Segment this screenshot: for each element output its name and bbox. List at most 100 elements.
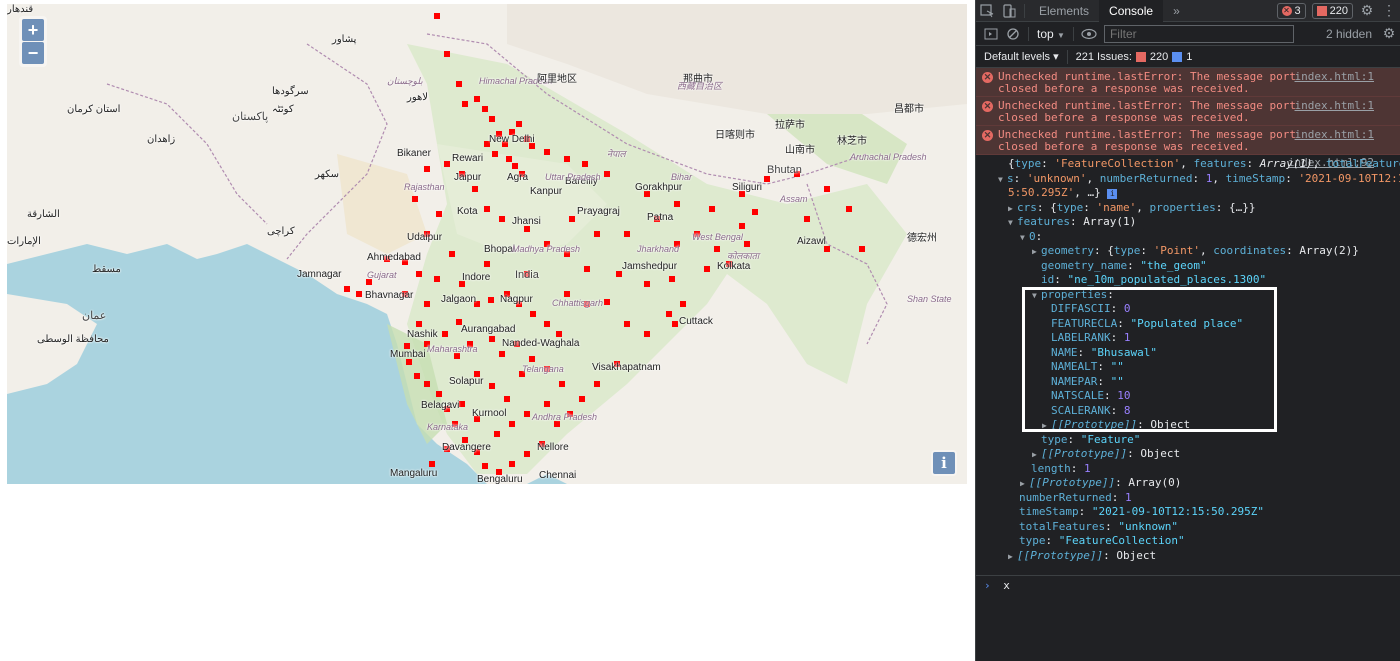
object-preview-line[interactable]: {type: 'FeatureCollection', features: Ar… — [976, 157, 1400, 172]
populated-place-marker[interactable] — [509, 461, 515, 467]
populated-place-marker[interactable] — [436, 391, 442, 397]
gear-icon[interactable]: ⚙ — [1356, 0, 1378, 22]
populated-place-marker[interactable] — [434, 13, 440, 19]
populated-place-marker[interactable] — [482, 463, 488, 469]
populated-place-marker[interactable] — [474, 96, 480, 102]
populated-place-marker[interactable] — [416, 271, 422, 277]
tree-geometry[interactable]: ▶ geometry: {type: 'Point', coordinates: … — [976, 244, 1400, 259]
populated-place-marker[interactable] — [429, 461, 435, 467]
populated-place-marker[interactable] — [582, 161, 588, 167]
expand-triangle-icon[interactable]: ▼ — [998, 173, 1007, 188]
populated-place-marker[interactable] — [509, 421, 515, 427]
populated-place-marker[interactable] — [594, 231, 600, 237]
populated-place-marker[interactable] — [859, 246, 865, 252]
populated-place-marker[interactable] — [709, 206, 715, 212]
tab-elements[interactable]: Elements — [1029, 0, 1099, 22]
object-preview-line-2[interactable]: ▼ s: 'unknown', numberReturned: 1, timeSt… — [976, 172, 1400, 187]
populated-place-marker[interactable] — [556, 331, 562, 337]
tab-console[interactable]: Console — [1099, 0, 1164, 22]
populated-place-marker[interactable] — [524, 451, 530, 457]
populated-place-marker[interactable] — [484, 206, 490, 212]
clear-console-icon[interactable] — [1002, 23, 1024, 45]
populated-place-marker[interactable] — [564, 156, 570, 162]
populated-place-marker[interactable] — [488, 297, 494, 303]
populated-place-marker[interactable] — [499, 216, 505, 222]
source-link[interactable]: index.html:1 — [1295, 71, 1374, 83]
tree-prototype-props[interactable]: ▶ [[Prototype]]: Object — [976, 418, 1400, 433]
populated-place-marker[interactable] — [714, 246, 720, 252]
populated-place-marker[interactable] — [569, 216, 575, 222]
context-selector[interactable]: top ▼ — [1033, 27, 1069, 41]
populated-place-marker[interactable] — [424, 166, 430, 172]
populated-place-marker[interactable] — [744, 241, 750, 247]
zoom-out-button[interactable]: − — [22, 42, 44, 64]
sidebar-toggle-icon[interactable] — [980, 23, 1002, 45]
populated-place-marker[interactable] — [424, 381, 430, 387]
populated-place-marker[interactable] — [604, 299, 610, 305]
populated-place-marker[interactable] — [529, 356, 535, 362]
populated-place-marker[interactable] — [594, 381, 600, 387]
more-tabs-button[interactable]: » — [1163, 0, 1190, 22]
populated-place-marker[interactable] — [584, 266, 590, 272]
populated-place-marker[interactable] — [564, 291, 570, 297]
populated-place-marker[interactable] — [672, 321, 678, 327]
populated-place-marker[interactable] — [544, 321, 550, 327]
populated-place-marker[interactable] — [644, 331, 650, 337]
populated-place-marker[interactable] — [516, 121, 522, 127]
populated-place-marker[interactable] — [669, 276, 675, 282]
populated-place-marker[interactable] — [442, 331, 448, 337]
populated-place-marker[interactable] — [416, 321, 422, 327]
populated-place-marker[interactable] — [356, 291, 362, 297]
populated-place-marker[interactable] — [804, 216, 810, 222]
populated-place-marker[interactable] — [414, 373, 420, 379]
issues-button[interactable]: 221 Issues: 220 1 — [1076, 51, 1193, 63]
populated-place-marker[interactable] — [824, 186, 830, 192]
tree-feature-0[interactable]: ▼ 0: — [976, 230, 1400, 245]
populated-place-marker[interactable] — [559, 381, 565, 387]
tree-features[interactable]: ▼ features: Array(1) — [976, 215, 1400, 230]
zoom-in-button[interactable]: + — [22, 19, 44, 41]
populated-place-marker[interactable] — [449, 251, 455, 257]
source-link[interactable]: index.html:1 — [1295, 129, 1374, 141]
populated-place-marker[interactable] — [412, 196, 418, 202]
console-prompt[interactable]: › x — [976, 575, 1400, 597]
default-levels-dropdown[interactable]: Default levels ▾ — [984, 50, 1059, 63]
populated-place-marker[interactable] — [482, 106, 488, 112]
populated-place-marker[interactable] — [674, 201, 680, 207]
tree-properties[interactable]: ▼ properties: — [976, 288, 1400, 303]
attribution-button[interactable]: i — [933, 452, 955, 474]
populated-place-marker[interactable] — [512, 163, 518, 169]
populated-place-marker[interactable] — [506, 156, 512, 162]
populated-place-marker[interactable] — [666, 311, 672, 317]
populated-place-marker[interactable] — [644, 281, 650, 287]
populated-place-marker[interactable] — [489, 336, 495, 342]
error-count-badge[interactable]: ✕ 3 — [1276, 2, 1306, 19]
populated-place-marker[interactable] — [624, 231, 630, 237]
tree-prototype-object[interactable]: ▶ [[Prototype]]: Object — [976, 549, 1400, 564]
populated-place-marker[interactable] — [846, 206, 852, 212]
populated-place-marker[interactable] — [680, 301, 686, 307]
kebab-menu-icon[interactable]: ⋮ — [1378, 0, 1400, 22]
populated-place-marker[interactable] — [704, 266, 710, 272]
source-link[interactable]: index.html:1 — [1295, 100, 1374, 112]
populated-place-marker[interactable] — [530, 311, 536, 317]
populated-place-marker[interactable] — [739, 223, 745, 229]
tree-prototype-feature[interactable]: ▶ [[Prototype]]: Object — [976, 447, 1400, 462]
tree-crs[interactable]: ▶ crs: {type: 'name', properties: {…}} — [976, 201, 1400, 216]
populated-place-marker[interactable] — [459, 401, 465, 407]
map-view[interactable]: Bikaner Rewari Jaipur Agra Kanpur Bareilly Gor… — [7, 4, 967, 484]
populated-place-marker[interactable] — [456, 81, 462, 87]
console-settings-icon[interactable]: ⚙ — [1378, 23, 1400, 45]
populated-place-marker[interactable] — [544, 149, 550, 155]
filter-input[interactable] — [1103, 24, 1294, 43]
eye-icon[interactable] — [1078, 23, 1100, 45]
populated-place-marker[interactable] — [484, 261, 490, 267]
populated-place-marker[interactable] — [544, 401, 550, 407]
populated-place-marker[interactable] — [489, 116, 495, 122]
device-toolbar-icon[interactable] — [998, 0, 1020, 22]
populated-place-marker[interactable] — [579, 396, 585, 402]
issue-count-badge[interactable]: 220 — [1311, 2, 1353, 19]
prompt-input[interactable]: x — [1003, 579, 1010, 592]
populated-place-marker[interactable] — [462, 101, 468, 107]
populated-place-marker[interactable] — [624, 321, 630, 327]
